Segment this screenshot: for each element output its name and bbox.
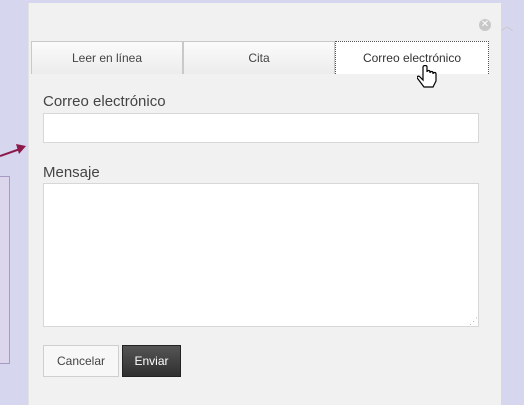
resize-grip-icon[interactable]: ⋰ bbox=[469, 317, 478, 326]
message-label: Mensaje bbox=[43, 164, 100, 181]
email-dialog: ✕ ︿ Leer en línea Cita Correo electrónic… bbox=[28, 3, 514, 405]
tab-email[interactable]: Correo electrónico bbox=[335, 41, 489, 74]
email-field[interactable] bbox=[43, 113, 479, 143]
hand-cursor-icon bbox=[417, 65, 437, 88]
scroll-up-icon[interactable]: ︿ bbox=[497, 15, 517, 33]
background-panel bbox=[0, 176, 10, 364]
send-button[interactable]: Enviar bbox=[122, 345, 181, 377]
tab-citation[interactable]: Cita bbox=[183, 41, 335, 74]
message-textarea[interactable] bbox=[43, 183, 479, 327]
close-icon[interactable]: ✕ bbox=[479, 19, 491, 31]
cancel-button[interactable]: Cancelar bbox=[43, 345, 119, 377]
email-label: Correo electrónico bbox=[43, 93, 166, 110]
pointer-arrow-icon bbox=[0, 144, 26, 157]
tab-read-online[interactable]: Leer en línea bbox=[31, 41, 183, 74]
